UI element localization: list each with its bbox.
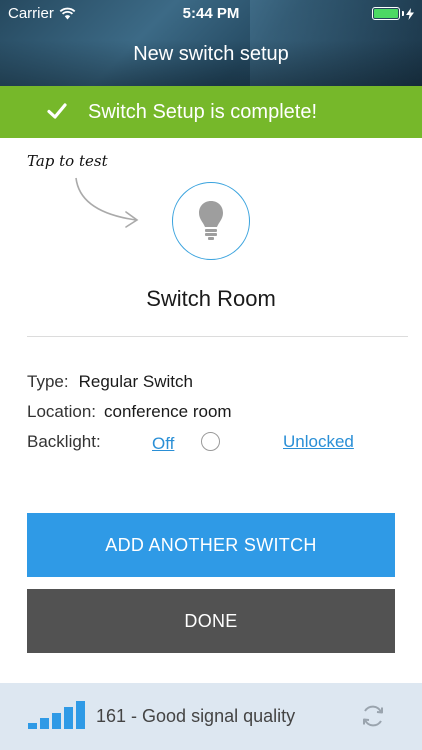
hint-arrow-icon: [75, 177, 139, 228]
type-value: Regular Switch: [78, 372, 193, 391]
status-time: 5:44 PM: [182, 5, 240, 22]
location-row: Location: conference room: [27, 402, 232, 422]
signal-footer: 161 - Good signal quality: [0, 683, 422, 750]
backlight-radio[interactable]: [201, 432, 220, 451]
status-bar: Carrier 5:44 PM: [0, 0, 422, 28]
backlight-row: Backlight:: [27, 432, 101, 452]
switch-name: Switch Room: [146, 286, 276, 311]
light-bulb-icon: [199, 201, 223, 240]
charging-bolt-icon: [406, 7, 414, 20]
done-button[interactable]: DONE: [27, 589, 395, 653]
battery-icon: [372, 7, 414, 20]
test-switch-button[interactable]: [172, 182, 250, 260]
backlight-off-link[interactable]: Off: [152, 434, 174, 454]
backlight-lock-link[interactable]: Unlocked: [283, 432, 354, 452]
backlight-label: Backlight:: [27, 432, 101, 451]
checkmark-icon: [47, 103, 67, 119]
signal-quality-label: 161 - Good signal quality: [96, 706, 296, 726]
success-banner: Switch Setup is complete!: [0, 86, 422, 138]
divider: [27, 336, 408, 337]
page-title: New switch setup: [133, 43, 289, 65]
banner-message: Switch Setup is complete!: [88, 100, 317, 123]
signal-bars-icon: [28, 701, 85, 729]
add-another-switch-button[interactable]: ADD ANOTHER SWITCH: [27, 513, 395, 577]
location-value: conference room: [104, 402, 232, 421]
type-label: Type:: [27, 372, 69, 391]
refresh-icon[interactable]: [360, 703, 386, 729]
tap-hint-label: Tap to test: [27, 152, 108, 170]
location-label: Location:: [27, 402, 96, 421]
type-row: Type: Regular Switch: [27, 372, 193, 392]
